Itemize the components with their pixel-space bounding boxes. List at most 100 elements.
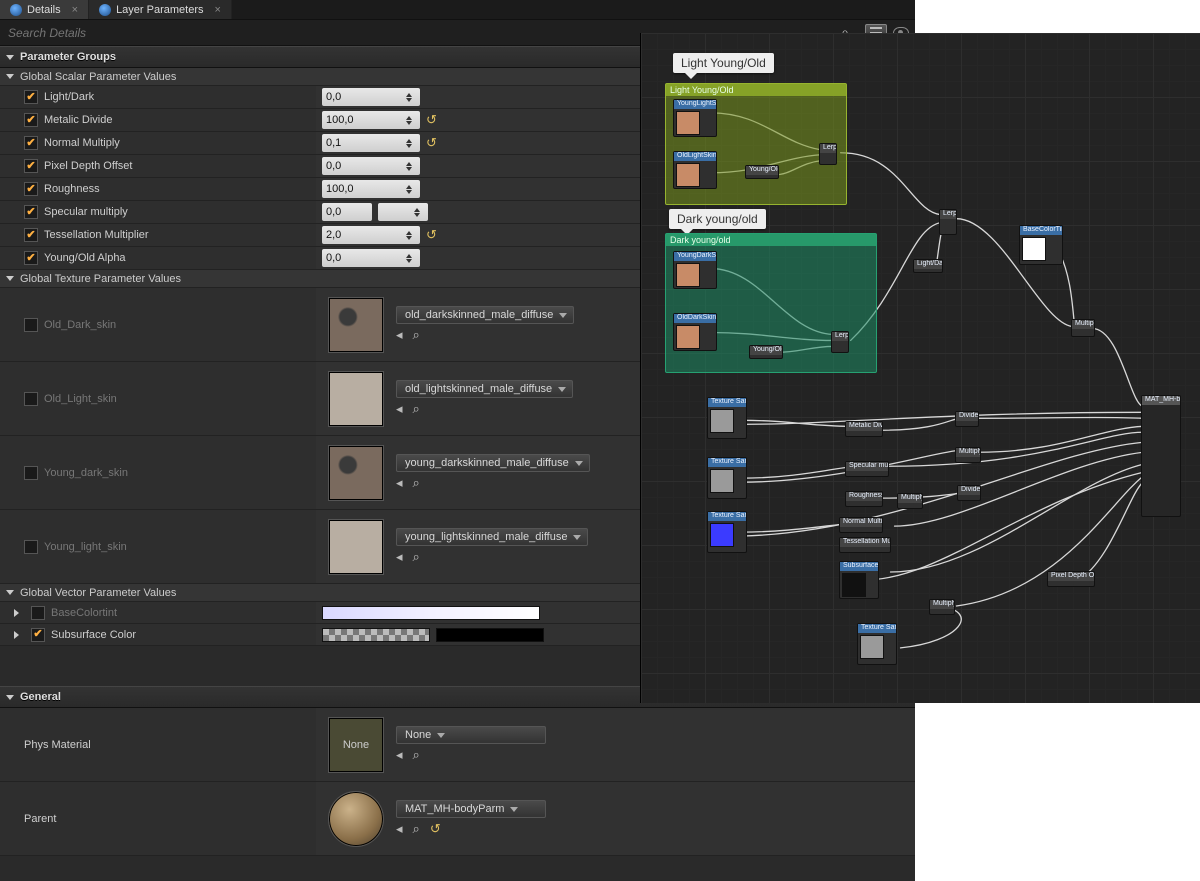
checkbox[interactable]: ✔ <box>24 228 38 242</box>
node-texsample-2[interactable]: Texture Sample <box>707 457 747 499</box>
checkbox[interactable]: ✔ <box>24 159 38 173</box>
asset-thumbnail[interactable] <box>328 297 384 353</box>
expand-icon[interactable] <box>14 631 19 639</box>
use-selected-icon[interactable]: ◂ <box>396 401 403 417</box>
node-youngold-alpha-1[interactable]: Young/Old Alpha <box>745 165 779 179</box>
node-metalic-divide[interactable]: Metalic Divide <box>845 421 883 437</box>
color-swatch-solid[interactable] <box>436 628 544 642</box>
checkbox[interactable]: ✔ <box>24 90 38 104</box>
asset-combo[interactable]: old_lightskinned_male_diffuse <box>396 380 573 398</box>
use-selected-icon[interactable]: ◂ <box>396 549 403 565</box>
expand-icon <box>6 55 14 60</box>
param-label: Specular multiply <box>44 206 128 218</box>
node-pdo[interactable]: Pixel Depth Offset <box>1047 571 1095 587</box>
asset-thumbnail[interactable] <box>328 519 384 575</box>
node-young-dark[interactable]: YoungDarkSkin <box>673 251 717 289</box>
checkbox[interactable]: ✔ <box>24 136 38 150</box>
reset-icon[interactable]: ↺ <box>426 227 437 243</box>
node-old-dark[interactable]: OldDarkSkin <box>673 313 717 351</box>
browse-icon[interactable]: ⌕ <box>413 747 420 763</box>
asset-thumbnail[interactable] <box>328 445 384 501</box>
node-multiply-3[interactable]: Multiply <box>897 493 923 509</box>
node-lerp-dark[interactable]: Lerp <box>831 331 849 353</box>
node-texsample-3[interactable]: Texture Sample <box>707 511 747 553</box>
checkbox[interactable]: ✔ <box>24 318 38 332</box>
browse-icon[interactable]: ⌕ <box>413 401 420 417</box>
close-icon[interactable]: × <box>215 4 221 16</box>
checkbox[interactable]: ✔ <box>24 392 38 406</box>
numeric-input[interactable]: 100,0 <box>322 180 420 198</box>
numeric-input[interactable]: 0,1 <box>322 134 420 152</box>
parent-label: Parent <box>24 813 56 825</box>
node-specular-mul[interactable]: Specular multiply <box>845 461 889 477</box>
node-old-light[interactable]: OldLightSkin <box>673 151 717 189</box>
checkbox[interactable]: ✔ <box>24 251 38 265</box>
node-youngold-alpha-2[interactable]: Young/Old Alpha <box>749 345 783 359</box>
expand-icon <box>6 74 14 79</box>
node-young-light[interactable]: YoungLightSkin <box>673 99 717 137</box>
asset-thumbnail[interactable] <box>328 791 384 847</box>
asset-combo[interactable]: young_lightskinned_male_diffuse <box>396 528 588 546</box>
color-swatch[interactable] <box>322 628 430 642</box>
node-lerp-main[interactable]: Lerp <box>939 209 957 235</box>
node-multiply-2[interactable]: Multiply <box>955 447 981 463</box>
node-multiply-4[interactable]: Multiply <box>929 599 955 615</box>
chevron-down-icon <box>575 461 583 466</box>
node-roughness[interactable]: Roughness <box>845 491 883 507</box>
phys-material-combo[interactable]: None <box>396 726 546 744</box>
browse-icon[interactable]: ⌕ <box>413 475 420 491</box>
browse-icon[interactable]: ⌕ <box>413 549 420 565</box>
asset-combo[interactable]: old_darkskinned_male_diffuse <box>396 306 574 324</box>
phys-material-row: Phys Material None None ◂ ⌕ <box>0 708 915 782</box>
node-texsample-1[interactable]: Texture Sample <box>707 397 747 439</box>
use-selected-icon[interactable]: ◂ <box>396 747 403 763</box>
node-basecolortint[interactable]: BaseColorTint <box>1019 225 1063 265</box>
checkbox[interactable]: ✔ <box>31 628 45 642</box>
parent-combo[interactable]: MAT_MH-bodyParm <box>396 800 546 818</box>
numeric-input[interactable]: 0,0 <box>322 157 420 175</box>
node-lightdark[interactable]: Light/Dark <box>913 259 943 273</box>
material-graph[interactable]: Light Young/Old Dark young/old Light You… <box>640 33 1200 703</box>
checkbox[interactable]: ✔ <box>24 466 38 480</box>
browse-icon[interactable]: ⌕ <box>413 327 420 343</box>
numeric-input[interactable]: 0,0 <box>322 88 420 106</box>
node-divide-1[interactable]: Divide <box>955 411 979 427</box>
asset-thumbnail[interactable]: None <box>328 717 384 773</box>
numeric-input[interactable]: 2,0 <box>322 226 420 244</box>
checkbox[interactable]: ✔ <box>24 540 38 554</box>
node-lerp-light[interactable]: Lerp <box>819 143 837 165</box>
tab-details[interactable]: Details × <box>0 0 89 19</box>
reset-icon[interactable]: ↺ <box>426 135 437 151</box>
checkbox[interactable]: ✔ <box>31 606 45 620</box>
numeric-input[interactable] <box>378 203 428 221</box>
node-material-output[interactable]: MAT_MH-bodyParm <box>1141 395 1181 517</box>
checkbox[interactable]: ✔ <box>24 205 38 219</box>
node-multiply-top[interactable]: Multiply <box>1071 319 1095 337</box>
use-selected-icon[interactable]: ◂ <box>396 327 403 343</box>
numeric-input[interactable]: 100,0 <box>322 111 420 129</box>
checkbox[interactable]: ✔ <box>24 113 38 127</box>
node-texsample-4[interactable]: Texture Sample <box>857 623 897 665</box>
reset-icon[interactable]: ↺ <box>426 112 437 128</box>
tab-layer-parameters[interactable]: Layer Parameters × <box>89 0 232 19</box>
close-icon[interactable]: × <box>72 4 78 16</box>
param-label: Pixel Depth Offset <box>44 160 132 172</box>
node-normal-mul[interactable]: Normal Multiply <box>839 517 883 533</box>
param-label: Light/Dark <box>44 91 94 103</box>
node-divide-2[interactable]: Divide <box>957 485 981 501</box>
checkbox[interactable]: ✔ <box>24 182 38 196</box>
numeric-input[interactable]: 0,0 <box>322 249 420 267</box>
phys-material-label: Phys Material <box>24 739 91 751</box>
asset-thumbnail[interactable] <box>328 371 384 427</box>
param-label: BaseColortint <box>51 607 117 619</box>
color-swatch[interactable] <box>322 606 540 620</box>
asset-combo[interactable]: young_darkskinned_male_diffuse <box>396 454 590 472</box>
node-tess-mul[interactable]: Tessellation Multiplier <box>839 537 891 553</box>
reset-icon[interactable]: ↺ <box>430 821 441 837</box>
use-selected-icon[interactable]: ◂ <box>396 821 403 837</box>
use-selected-icon[interactable]: ◂ <box>396 475 403 491</box>
expand-icon[interactable] <box>14 609 19 617</box>
node-subsurface[interactable]: Subsurface Color <box>839 561 879 599</box>
browse-icon[interactable]: ⌕ <box>413 821 420 837</box>
numeric-input[interactable]: 0,0 <box>322 203 372 221</box>
